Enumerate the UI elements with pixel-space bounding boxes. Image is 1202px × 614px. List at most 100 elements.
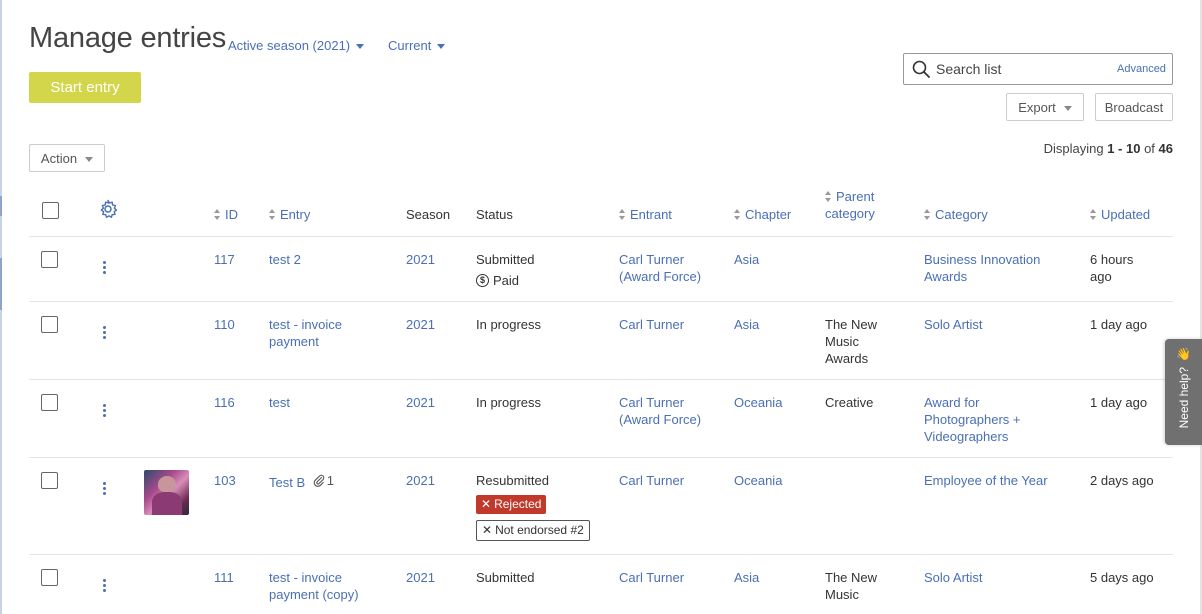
entry-thumbnail[interactable]	[144, 470, 189, 515]
pagination-prefix: Displaying	[1043, 141, 1104, 156]
season-link[interactable]: 2021	[406, 252, 435, 267]
more-options-icon[interactable]	[97, 259, 112, 276]
row-checkbox[interactable]	[41, 394, 58, 411]
thumbnail-cell	[144, 457, 214, 555]
column-entrant[interactable]: Entrant	[619, 188, 734, 237]
select-all-checkbox[interactable]	[42, 202, 59, 219]
row-checkbox[interactable]	[41, 569, 58, 586]
entry-title-link[interactable]: Test B	[269, 475, 305, 490]
entrant-link[interactable]: Carl Turner (Award Force)	[619, 395, 701, 427]
more-options-icon[interactable]	[97, 577, 112, 594]
entrant-link[interactable]: Carl Turner (Award Force)	[619, 252, 701, 284]
entry-title-line: payment (copy)	[269, 587, 359, 602]
chapter-link[interactable]: Asia	[734, 570, 759, 585]
entry-id-link[interactable]: 111	[214, 570, 234, 585]
category-link[interactable]: Business Innovation Awards	[924, 252, 1040, 284]
action-dropdown[interactable]: Action	[29, 144, 105, 172]
entry-title-link[interactable]: test 2	[269, 252, 301, 267]
column-entrant-label: Entrant	[630, 207, 672, 222]
entrant-org: (Award Force)	[619, 269, 702, 284]
entry-id-link[interactable]: 110	[214, 317, 235, 332]
category-cell: Award for Photographers + Videographers	[924, 379, 1090, 458]
more-options-icon[interactable]	[97, 480, 112, 497]
gear-icon[interactable]	[98, 199, 118, 219]
rejected-badge: ✕ Rejected	[476, 495, 547, 514]
status-cell: In progress	[476, 379, 619, 458]
entrant-cell: Carl Turner	[619, 554, 734, 614]
category-link[interactable]: Award for Photographers + Videographers	[924, 395, 1020, 444]
column-parent-category-label: Parent	[836, 189, 875, 204]
thumbnail-column	[144, 188, 214, 237]
column-category[interactable]: Category	[924, 188, 1090, 237]
search-input[interactable]	[936, 61, 1117, 77]
waving-hand-icon: 👋	[1176, 347, 1191, 361]
entry-title-link[interactable]: test - invoice payment	[269, 317, 342, 349]
season-link[interactable]: 2021	[406, 473, 435, 488]
category-cell: Business Innovation Awards	[924, 236, 1090, 302]
status-text: In progress	[476, 317, 542, 332]
column-parent-category-label-2: category	[825, 206, 875, 221]
column-id[interactable]: ID	[214, 188, 269, 237]
status-cell: Submitted	[476, 554, 619, 614]
column-parent-category[interactable]: Parent category	[825, 188, 924, 237]
chapter-link[interactable]: Oceania	[734, 473, 782, 488]
not-endorsed-badge: ✕ Not endorsed #2	[476, 520, 590, 541]
need-help-tab[interactable]: 👋 Need help?	[1165, 339, 1202, 445]
season-cell: 2021	[406, 236, 476, 302]
category-link[interactable]: Employee of the Year	[924, 473, 1048, 488]
row-checkbox[interactable]	[41, 472, 58, 489]
entry-cell: test - invoice payment	[269, 301, 406, 380]
entry-id-link[interactable]: 116	[214, 395, 235, 410]
row-checkbox[interactable]	[41, 316, 58, 333]
sort-icon	[269, 209, 276, 220]
column-updated[interactable]: Updated	[1090, 188, 1173, 237]
season-link[interactable]: 2021	[406, 570, 435, 585]
season-link[interactable]: 2021	[406, 317, 435, 332]
more-options-icon[interactable]	[97, 324, 112, 341]
entrant-link[interactable]: Carl Turner	[619, 473, 684, 488]
entrant-name: Carl Turner	[619, 252, 685, 267]
entrant-link[interactable]: Carl Turner	[619, 570, 684, 585]
chevron-down-icon	[1063, 105, 1072, 111]
export-button[interactable]: Export	[1006, 93, 1084, 121]
id-cell: 103	[214, 457, 269, 555]
id-cell: 117	[214, 236, 269, 302]
entry-id-link[interactable]: 103	[214, 473, 236, 488]
column-status-label: Status	[476, 207, 513, 222]
broadcast-button[interactable]: Broadcast	[1095, 93, 1173, 121]
row-checkbox[interactable]	[41, 251, 58, 268]
chapter-link[interactable]: Asia	[734, 317, 759, 332]
category-link[interactable]: Solo Artist	[924, 317, 983, 332]
column-entry[interactable]: Entry	[269, 188, 406, 237]
thumbnail-cell	[144, 379, 214, 458]
start-entry-button[interactable]: Start entry	[29, 72, 141, 103]
advanced-search-link[interactable]: Advanced	[1117, 63, 1166, 75]
parent-category-cell: The New Music Awards	[825, 301, 924, 380]
entry-id-link[interactable]: 117	[214, 252, 235, 267]
entry-title-link[interactable]: test	[269, 395, 290, 410]
action-label: Action	[40, 150, 78, 166]
entrant-link[interactable]: Carl Turner	[619, 317, 684, 332]
season-filter-dropdown[interactable]: Active season (2021)	[228, 38, 365, 53]
parent-category-line: The New	[825, 570, 878, 585]
chapter-link[interactable]: Asia	[734, 252, 759, 267]
paid-indicator: $ Paid	[476, 272, 619, 289]
status-text: Submitted	[476, 252, 535, 267]
column-entry-label: Entry	[280, 207, 311, 222]
sort-icon	[214, 209, 221, 220]
chapter-link[interactable]: Oceania	[734, 395, 782, 410]
attachment-count: 1	[313, 472, 334, 489]
status-filter-dropdown[interactable]: Current	[388, 38, 446, 53]
entry-title-line: payment	[269, 334, 319, 349]
more-options-icon[interactable]	[97, 402, 112, 419]
parent-category-cell: Creative	[825, 379, 924, 458]
season-link[interactable]: 2021	[406, 395, 435, 410]
category-link[interactable]: Solo Artist	[924, 570, 983, 585]
entry-title-link[interactable]: test - invoice payment (copy)	[269, 570, 359, 602]
season-cell: 2021	[406, 457, 476, 555]
row-menu-cell	[79, 554, 144, 614]
row-select-cell	[29, 554, 79, 614]
paid-label: Paid	[493, 273, 520, 288]
column-chapter[interactable]: Chapter	[734, 188, 825, 237]
parent-category-line: Music	[825, 587, 859, 602]
